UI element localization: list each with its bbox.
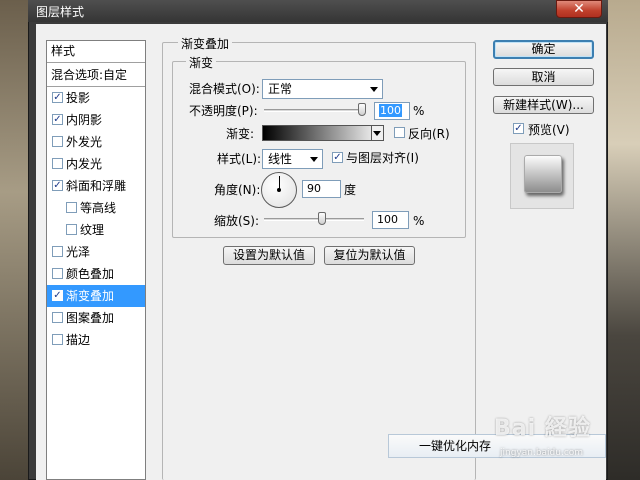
style-item-label: 等高线 (80, 201, 117, 215)
preview-label: 预览(V) (528, 123, 570, 137)
style-item-label: 图案叠加 (66, 311, 115, 325)
opacity-value: 100 (379, 104, 402, 117)
baidu-watermark-logo: Bai 経验 (494, 410, 591, 442)
optimize-memory-text: 一键优化内存 (419, 439, 492, 453)
style-list-header[interactable]: 样式 (47, 41, 145, 63)
angle-center-dot (277, 188, 281, 192)
style-list: 样式 混合选项:自定 ✓ 投影 ✓ 内阴影 外发光 内发光 ✓ 斜面和浮雕 等高线 纹理 光泽 颜色叠… (46, 40, 146, 480)
style-item[interactable]: 描边 (47, 329, 145, 351)
scale-label: 缩放(S): (214, 214, 260, 228)
opacity-percent: % (413, 104, 425, 118)
angle-unit: 度 (344, 183, 357, 197)
style-item-label: 斜面和浮雕 (66, 179, 127, 193)
scale-slider-thumb[interactable] (318, 212, 326, 225)
angle-value: 90 (307, 182, 321, 195)
style-item-label: 内发光 (66, 157, 103, 171)
blend-mode-label: 混合模式(O): (189, 82, 260, 96)
scale-input[interactable]: 100 (372, 211, 409, 229)
style-item-label: 颜色叠加 (66, 267, 115, 281)
chevron-down-icon (370, 87, 378, 92)
reverse-checkbox[interactable] (394, 127, 405, 138)
reset-default-button[interactable]: 复位为默认值 (324, 246, 415, 265)
style-item-checkbox[interactable]: ✓ (52, 114, 63, 125)
style-item-checkbox[interactable]: ✓ (52, 290, 63, 301)
make-default-button[interactable]: 设置为默认值 (223, 246, 315, 265)
style-item[interactable]: 纹理 (47, 219, 145, 241)
style-label: 样式(L): (217, 152, 262, 166)
style-item[interactable]: 等高线 (47, 197, 145, 219)
style-item-checkbox[interactable] (66, 224, 77, 235)
baidu-watermark-url: jingyan.baidu.com (500, 448, 584, 458)
baidu-watermark-text: Bai 経验 (494, 416, 591, 441)
close-icon: ✕ (573, 1, 585, 17)
style-item-checkbox[interactable] (66, 202, 77, 213)
chevron-down-icon (310, 157, 318, 162)
background-right (606, 0, 640, 480)
style-item-checkbox[interactable] (52, 158, 63, 169)
title-bar[interactable]: 图层样式 ✕ (28, 0, 608, 22)
align-with-layer-label: 与图层对齐(I) (346, 151, 419, 165)
style-item-checkbox[interactable]: ✓ (52, 92, 63, 103)
style-item[interactable]: 图案叠加 (47, 307, 145, 329)
blend-mode-value: 正常 (268, 82, 293, 96)
align-with-layer-checkbox[interactable]: ✓ (332, 152, 343, 163)
style-value: 线性 (268, 152, 293, 166)
gradient-overlay-title: 渐变叠加 (178, 35, 233, 52)
scale-percent: % (413, 214, 425, 228)
style-item[interactable]: ✓ 内阴影 (47, 109, 145, 131)
close-button[interactable]: ✕ (556, 0, 602, 18)
blend-options-item[interactable]: 混合选项:自定 (47, 65, 145, 87)
style-item-label: 渐变叠加 (66, 289, 115, 303)
opacity-slider-thumb[interactable] (358, 103, 366, 116)
style-item-checkbox[interactable] (52, 246, 63, 257)
style-item-label: 投影 (66, 91, 91, 105)
style-item[interactable]: ✓ 斜面和浮雕 (47, 175, 145, 197)
chevron-down-icon (373, 131, 381, 136)
style-item-checkbox[interactable] (52, 334, 63, 345)
style-item[interactable]: 外发光 (47, 131, 145, 153)
style-item[interactable]: 内发光 (47, 153, 145, 175)
window-title: 图层样式 (36, 5, 85, 19)
style-item-checkbox[interactable] (52, 312, 63, 323)
style-item-label: 光泽 (66, 245, 91, 259)
blend-mode-select[interactable]: 正常 (262, 79, 383, 99)
style-item-label: 外发光 (66, 135, 103, 149)
style-select[interactable]: 线性 (262, 149, 323, 169)
style-item-checkbox[interactable] (52, 268, 63, 279)
preview-thumbnail (524, 155, 562, 193)
ok-button[interactable]: 确定 (493, 40, 594, 59)
style-item-label: 内阴影 (66, 113, 103, 127)
style-item-checkbox[interactable]: ✓ (52, 180, 63, 191)
cancel-button[interactable]: 取消 (493, 68, 594, 86)
scale-value: 100 (377, 213, 398, 226)
new-style-button[interactable]: 新建样式(W)... (493, 96, 594, 114)
gradient-group-title: 渐变 (186, 54, 217, 71)
gradient-dropdown-button[interactable] (371, 125, 384, 141)
style-item[interactable]: 光泽 (47, 241, 145, 263)
background-left (0, 0, 30, 480)
scale-slider[interactable] (264, 218, 364, 221)
gradient-picker[interactable] (262, 125, 384, 141)
opacity-input[interactable]: 100 (374, 102, 410, 120)
style-item[interactable]: ✓ 渐变叠加 (47, 285, 145, 307)
style-item[interactable]: 颜色叠加 (47, 263, 145, 285)
opacity-slider[interactable] (264, 109, 366, 112)
style-item-checkbox[interactable] (52, 136, 63, 147)
style-item-label: 描边 (66, 333, 91, 347)
style-item-label: 纹理 (80, 223, 105, 237)
angle-label: 角度(N): (214, 183, 261, 197)
style-item[interactable]: ✓ 投影 (47, 87, 145, 109)
angle-input[interactable]: 90 (302, 180, 341, 198)
gradient-label: 渐变: (226, 127, 255, 141)
opacity-label: 不透明度(P): (189, 104, 258, 118)
reverse-label: 反向(R) (408, 127, 450, 141)
preview-checkbox[interactable]: ✓ (513, 123, 524, 134)
